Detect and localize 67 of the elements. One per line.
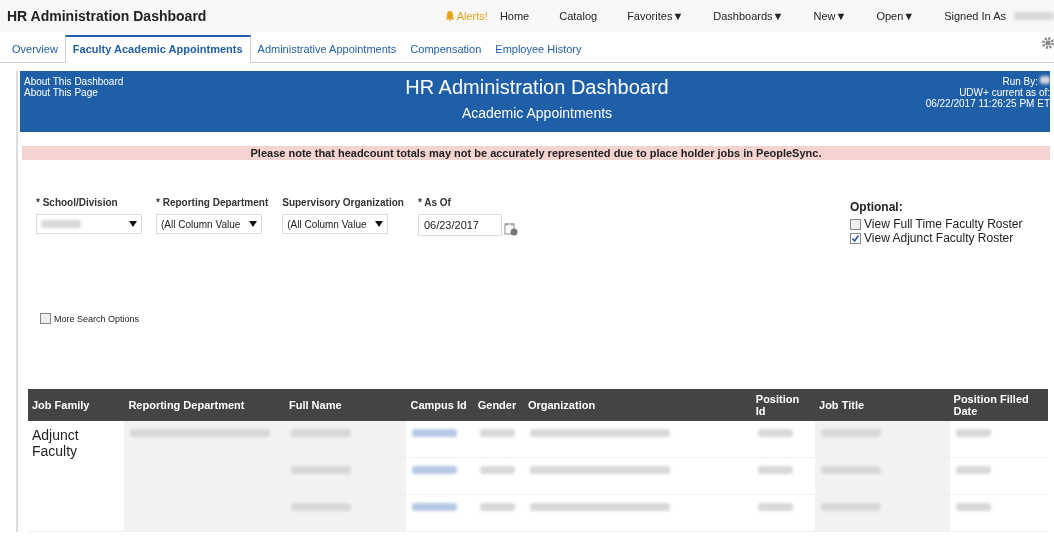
timestamp: 06/22/2017 11:26:25 PM ET [925, 98, 1050, 109]
caret-icon [375, 221, 384, 227]
caret-icon [249, 221, 257, 227]
current-as-of-label: UDW+ current as of: [959, 87, 1050, 98]
nav-menu-item[interactable]: Dashboards▼ [713, 10, 784, 22]
dashboard-subtitle: Academic Appointments [461, 105, 613, 121]
dropdown[interactable] [36, 214, 142, 234]
column-header: Job Title [815, 389, 950, 421]
tab[interactable]: Administrative Appointments [250, 41, 404, 62]
filter-label: * As Of [417, 197, 452, 208]
redacted-link[interactable] [412, 466, 458, 474]
calendar-icon[interactable] [503, 222, 518, 236]
redacted-text [479, 429, 515, 437]
nav-menu-item[interactable]: New▼ [813, 10, 847, 22]
redacted-link[interactable] [412, 429, 458, 437]
nav-menu-item[interactable]: Open▼ [876, 10, 915, 22]
column-header: Full Name [285, 389, 407, 421]
redacted-text [757, 503, 793, 511]
redacted-text [291, 503, 351, 511]
redacted-text [479, 466, 515, 474]
nav-menu-item[interactable]: Home [499, 10, 530, 22]
column-header: Campus Id [406, 389, 474, 421]
filter-label: Supervisory Organization [282, 197, 404, 208]
bell-icon [443, 10, 456, 22]
tab[interactable]: Employee History [488, 41, 589, 62]
roster-checkbox[interactable]: View Full Time Faculty Roster [850, 217, 1050, 231]
redacted-text [955, 503, 991, 511]
column-header: Position Filled Date [949, 389, 1048, 421]
app-title: HR Administration Dashboard [7, 8, 207, 24]
column-header: Organization [523, 389, 752, 421]
date-field[interactable]: 06/23/2017 [417, 214, 502, 236]
redacted-text [291, 466, 351, 474]
tab[interactable]: Faculty Academic Appointments [64, 35, 251, 63]
filter-label: * School/Division [36, 197, 119, 208]
about-link[interactable]: About This Page [24, 87, 224, 98]
tab[interactable]: Overview [5, 41, 65, 62]
redacted-text [955, 429, 991, 437]
filter-label: * Reporting Department [156, 197, 269, 208]
roster-checkbox[interactable]: View Adjunct Faculty Roster [850, 231, 1050, 245]
check-icon [851, 233, 860, 243]
notice-banner: Please note that headcount totals may not be accurately represented due to place holder jobs in PeopleSync. [22, 146, 1050, 160]
redacted-link[interactable] [412, 503, 458, 511]
redacted-text [291, 429, 351, 437]
redacted-text [757, 429, 793, 437]
column-header: Gender [473, 389, 524, 421]
redacted-text [955, 466, 991, 474]
more-search-options-checkbox[interactable]: More Search Options [40, 313, 1050, 324]
dropdown[interactable]: (All Column Value [282, 214, 389, 234]
optional-label: Optional: [850, 200, 904, 214]
nav-menu-item[interactable]: Catalog [559, 10, 598, 22]
run-by-label: Run By: [1002, 76, 1038, 87]
caret-icon [129, 221, 137, 227]
column-header: Position Id [751, 389, 816, 421]
signed-in-label: Signed In As [944, 10, 1006, 22]
column-header: Reporting Department [124, 389, 285, 421]
redacted-text [821, 429, 882, 437]
redacted-text [821, 466, 882, 474]
dashboard-title: HR Administration Dashboard [405, 76, 669, 99]
settings-icon[interactable] [1042, 36, 1054, 50]
redacted-text [821, 503, 882, 511]
column-header: Job Family [28, 389, 125, 421]
about-link[interactable]: About This Dashboard [24, 76, 224, 87]
tab[interactable]: Compensation [403, 41, 489, 62]
nav-menu-item[interactable]: Favorites▼ [627, 10, 684, 22]
redacted-text [479, 503, 515, 511]
redacted-text [757, 466, 793, 474]
dropdown[interactable]: (All Column Value [156, 214, 262, 234]
